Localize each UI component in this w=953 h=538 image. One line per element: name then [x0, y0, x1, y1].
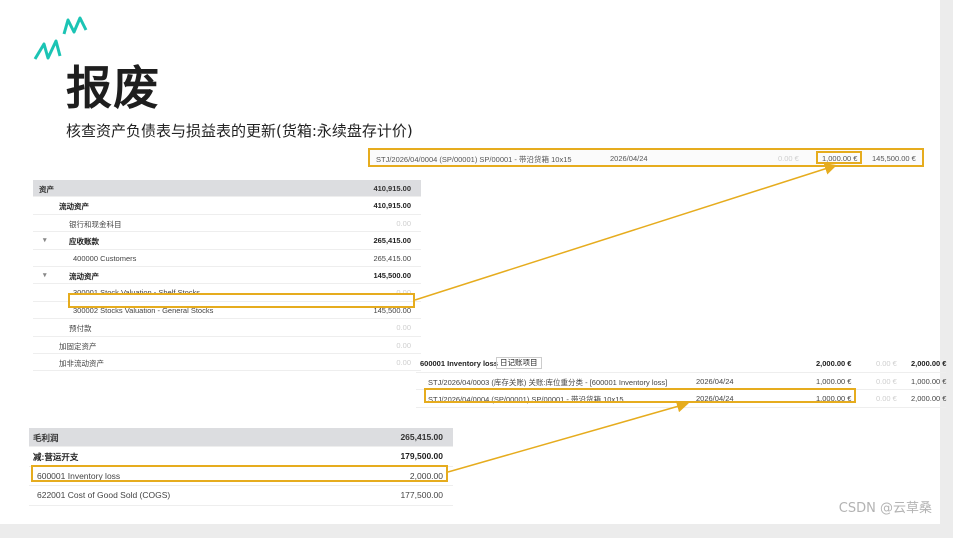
arrow-bs-to-entry	[414, 163, 837, 301]
connector-arrows	[414, 163, 837, 473]
slide: 报废 核查资产负债表与损益表的更新(货箱:永续盘存计价) STJ/2026/04…	[0, 0, 946, 524]
arrow-pl-to-gl	[447, 400, 689, 473]
watermark: CSDN @云草桑	[838, 501, 932, 516]
